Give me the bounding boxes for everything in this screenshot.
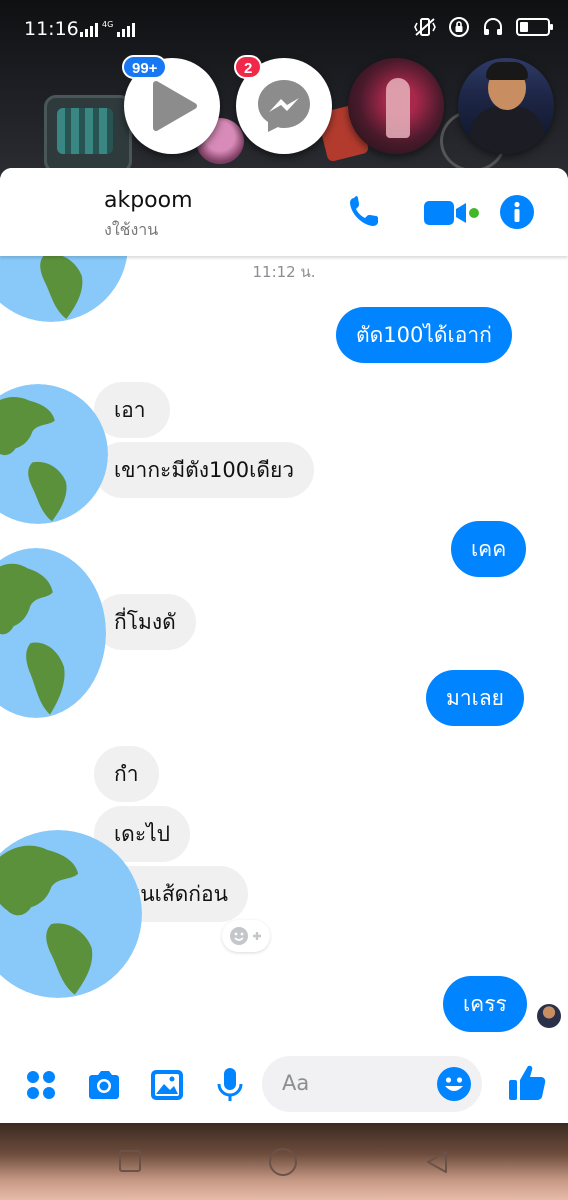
message-bubble-outgoing[interactable]: เครร (443, 976, 527, 1032)
add-reaction-button[interactable] (222, 920, 270, 952)
recents-icon[interactable] (118, 1149, 142, 1173)
message-bubble-incoming[interactable]: เขากะมีตัง100เดียว (94, 442, 315, 498)
headset-icon (484, 18, 502, 35)
back-icon[interactable] (424, 1149, 450, 1175)
battery-icon (516, 18, 553, 36)
message-bubble-incoming[interactable]: กำ (94, 746, 159, 802)
avatar-body (470, 106, 544, 154)
message-input[interactable]: Aa (262, 1056, 482, 1112)
camera-icon[interactable] (85, 1066, 123, 1104)
message-bubble-incoming[interactable]: เอา (94, 382, 170, 438)
video-call-icon[interactable] (422, 194, 482, 230)
emoji-icon[interactable] (436, 1066, 472, 1102)
navigation-bar (0, 1123, 568, 1200)
phone-icon[interactable] (346, 194, 386, 230)
status-time: 11:16 (24, 18, 79, 40)
contact-name[interactable]: akpoom (104, 188, 193, 213)
unread-badge: 2 (234, 55, 263, 79)
sender-avatar[interactable] (0, 548, 106, 718)
status-bar: 11:16 4G (0, 0, 568, 60)
chat-window: akpoom งใช้งาน 11:12 น. ตัด100ได้เอาก่ เ… (0, 168, 568, 1123)
message-bubble-outgoing[interactable]: มาเลย (426, 670, 524, 726)
notification-badge: 99+ (122, 55, 168, 79)
message-bubble-outgoing[interactable]: เคค (451, 521, 527, 577)
home-icon[interactable] (268, 1147, 298, 1177)
globe-icon (0, 384, 108, 524)
avatar-hair (486, 62, 528, 80)
signal-icon: 4G (80, 19, 136, 37)
message-bubble-outgoing[interactable]: ตัด100ได้เอาก่ (336, 307, 512, 363)
lock-rotation-icon (449, 17, 469, 37)
contact-head-2[interactable] (458, 58, 554, 154)
contact-head-1-avatar (386, 78, 410, 138)
network-type-label: 4G (102, 20, 114, 29)
microphone-icon[interactable] (211, 1066, 249, 1104)
status-right-icons (414, 16, 553, 38)
contact-head-1[interactable] (348, 58, 444, 154)
chat-header: akpoom งใช้งาน (0, 168, 568, 256)
message-input-placeholder: Aa (282, 1071, 310, 1095)
globe-icon (0, 548, 106, 718)
message-composer: Aa (0, 1048, 568, 1123)
wallpaper-app-art (44, 95, 132, 173)
contact-status: งใช้งาน (104, 220, 159, 239)
vibrate-icon (414, 18, 436, 36)
smiley-plus-icon (230, 927, 261, 945)
info-icon[interactable] (498, 194, 536, 230)
sender-avatar[interactable] (0, 384, 108, 524)
gallery-icon[interactable] (148, 1066, 186, 1104)
message-bubble-incoming[interactable]: กี่โมงดั (94, 594, 196, 650)
more-apps-icon[interactable] (22, 1066, 60, 1104)
seen-receipt-avatar (537, 1004, 561, 1028)
like-icon[interactable] (506, 1062, 548, 1104)
